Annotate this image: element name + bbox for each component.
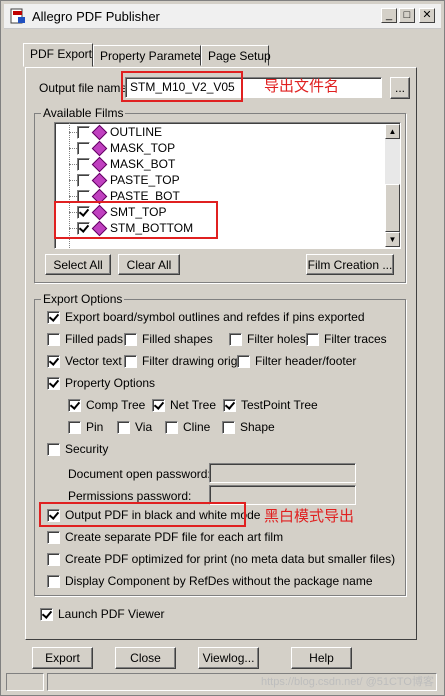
shape-checkbox[interactable]: [222, 421, 235, 434]
film-checkbox-outline[interactable]: [77, 126, 90, 139]
shape-label: Shape: [240, 420, 275, 434]
output-file-label: Output file name:: [39, 81, 131, 95]
tab-property-parameters[interactable]: Property Parameters: [93, 45, 211, 66]
launch-viewer-label: Launch PDF Viewer: [58, 607, 165, 621]
tab-page-setup[interactable]: Page Setup: [201, 45, 271, 66]
filter-header-footer-label: Filter header/footer: [255, 354, 357, 368]
separate-pdf-checkbox[interactable]: [47, 531, 60, 544]
testpoint-tree-label: TestPoint Tree: [241, 398, 318, 412]
export-button[interactable]: Export: [32, 647, 93, 669]
app-icon: [10, 8, 25, 24]
filter-drawing-origin-label: Filter drawing origin: [142, 354, 247, 368]
net-tree-checkbox[interactable]: [152, 399, 165, 412]
minimize-button[interactable]: _: [381, 8, 397, 23]
doc-open-password-input[interactable]: [209, 463, 356, 483]
filter-drawing-origin-checkbox[interactable]: [124, 355, 137, 368]
via-checkbox[interactable]: [117, 421, 130, 434]
filter-holes-label: Filter holes: [247, 332, 306, 346]
scroll-up-icon[interactable]: ▲: [385, 124, 400, 139]
list-item[interactable]: MASK_BOT: [55, 156, 385, 173]
vector-text-label: Vector text: [65, 354, 122, 368]
security-checkbox[interactable]: [47, 443, 60, 456]
via-label: Via: [135, 420, 153, 434]
filled-pads-checkbox[interactable]: [47, 333, 60, 346]
browse-button[interactable]: ...: [390, 77, 410, 99]
select-all-button[interactable]: Select All: [45, 254, 111, 275]
clear-all-button[interactable]: Clear All: [118, 254, 180, 275]
optimized-print-label: Create PDF optimized for print (no meta …: [65, 552, 396, 566]
status-field-left: [6, 673, 44, 691]
board-outlines-label: Export board/symbol outlines and refdes …: [65, 310, 365, 324]
scroll-down-icon[interactable]: ▼: [385, 232, 400, 247]
film-diamond-icon: [91, 124, 108, 141]
help-button[interactable]: Help: [291, 647, 352, 669]
film-creation-button[interactable]: Film Creation ...: [306, 254, 394, 275]
tab-pdf-export[interactable]: PDF Export: [23, 43, 93, 67]
film-diamond-icon: [91, 140, 108, 157]
comp-tree-label: Comp Tree: [86, 398, 146, 412]
annotation-box-filename: [121, 71, 243, 102]
net-tree-label: Net Tree: [170, 398, 217, 412]
annotation-filename: 导出文件名: [264, 78, 340, 95]
permissions-password-label: Permissions password:: [68, 489, 192, 503]
window-title: Allegro PDF Publisher: [32, 9, 160, 24]
comp-tree-checkbox[interactable]: [68, 399, 81, 412]
display-component-checkbox[interactable]: [47, 575, 60, 588]
testpoint-tree-checkbox[interactable]: [223, 399, 236, 412]
list-item[interactable]: PASTE_TOP: [55, 172, 385, 189]
filter-holes-checkbox[interactable]: [229, 333, 242, 346]
optimized-print-checkbox[interactable]: [47, 553, 60, 566]
film-checkbox-paste-top[interactable]: [77, 174, 90, 187]
scroll-thumb[interactable]: [385, 184, 400, 232]
films-scrollbar[interactable]: ▲ ▼: [385, 124, 400, 247]
annotation-box-films: [54, 201, 218, 239]
filter-header-footer-checkbox[interactable]: [237, 355, 250, 368]
board-outlines-checkbox[interactable]: [47, 311, 60, 324]
filled-shapes-label: Filled shapes: [142, 332, 213, 346]
pdf-publisher-window: Allegro PDF Publisher _ □ ✕ PDF Export P…: [0, 0, 445, 696]
cline-label: Cline: [183, 420, 211, 434]
available-films-legend: Available Films: [41, 106, 126, 120]
filter-traces-checkbox[interactable]: [306, 333, 319, 346]
cline-checkbox[interactable]: [165, 421, 178, 434]
film-checkbox-mask-bot[interactable]: [77, 158, 90, 171]
watermark-text: https://blog.csdn.net/ @51CTO博客: [261, 676, 434, 688]
vector-text-checkbox[interactable]: [47, 355, 60, 368]
security-label: Security: [65, 442, 109, 456]
property-options-label: Property Options: [65, 376, 156, 390]
separate-pdf-label: Create separate PDF file for each art fi…: [65, 530, 284, 544]
film-diamond-icon: [91, 156, 108, 173]
film-diamond-icon: [91, 172, 108, 189]
filter-traces-label: Filter traces: [324, 332, 387, 346]
title-bar[interactable]: Allegro PDF Publisher _ □ ✕: [4, 4, 441, 29]
launch-viewer-checkbox[interactable]: [40, 608, 53, 621]
close-button[interactable]: Close: [115, 647, 176, 669]
list-item[interactable]: MASK_TOP: [55, 140, 385, 157]
pin-label: Pin: [86, 420, 104, 434]
annotation-black-white: 黑白模式导出: [264, 508, 355, 525]
doc-open-password-label: Document open password:: [68, 467, 211, 481]
viewlog-button[interactable]: Viewlog...: [198, 647, 259, 669]
maximize-button[interactable]: □: [399, 8, 415, 23]
filled-pads-label: Filled pads: [65, 332, 124, 346]
close-window-button[interactable]: ✕: [419, 8, 435, 23]
list-item[interactable]: OUTLINE: [55, 124, 385, 141]
filled-shapes-checkbox[interactable]: [124, 333, 137, 346]
annotation-box-black-white: [39, 502, 246, 527]
pin-checkbox[interactable]: [68, 421, 81, 434]
film-checkbox-mask-top[interactable]: [77, 142, 90, 155]
export-options-legend: Export Options: [41, 292, 125, 306]
display-component-label: Display Component by RefDes without the …: [65, 574, 373, 588]
property-options-checkbox[interactable]: [47, 377, 60, 390]
